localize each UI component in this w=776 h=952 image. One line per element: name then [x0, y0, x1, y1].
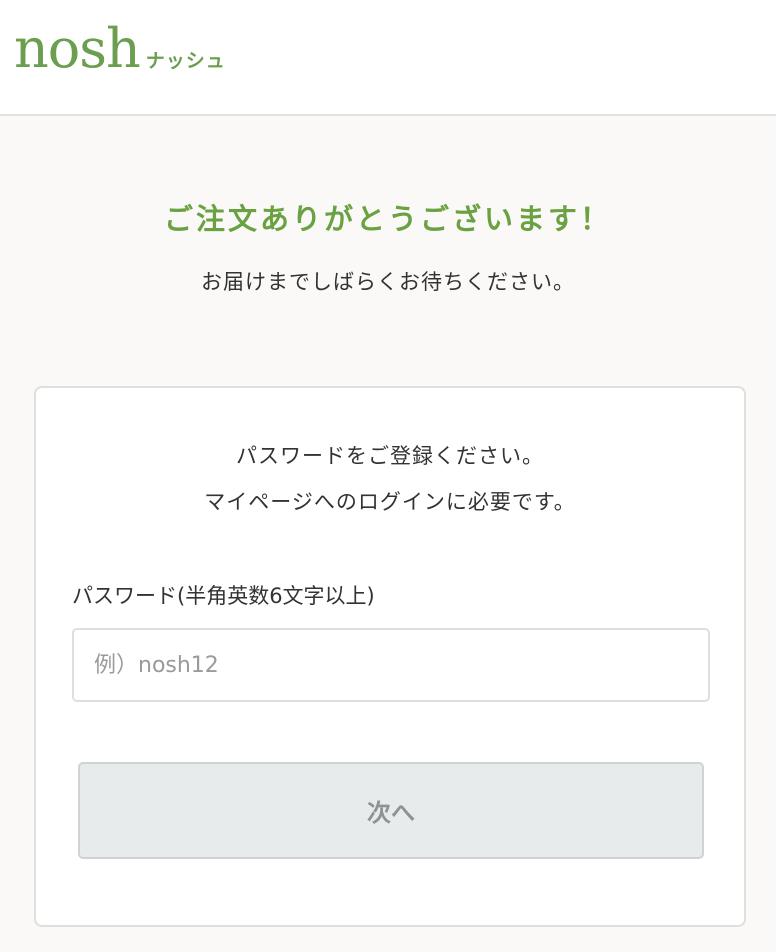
password-input[interactable]	[72, 628, 710, 702]
site-header: nosh ナッシュ	[0, 0, 776, 116]
next-button[interactable]: 次へ	[78, 762, 704, 859]
logo-wordmark: nosh	[14, 17, 141, 80]
card-message-line-1: パスワードをご登録ください。	[236, 444, 544, 468]
thank-you-heading: ご注文ありがとうございます！	[163, 202, 612, 236]
nosh-logo[interactable]: nosh ナッシュ	[14, 22, 226, 76]
card-message-line-2: マイページへのログインに必要です。	[204, 490, 576, 514]
logo-kana: ナッシュ	[145, 50, 226, 72]
password-registration-card: パスワードをご登録ください。 マイページへのログインに必要です。 パスワード(半…	[34, 386, 746, 927]
thank-you-subtitle: お届けまでしばらくお待ちください。	[201, 270, 575, 294]
password-field-label: パスワード(半角英数6文字以上)	[72, 584, 375, 608]
